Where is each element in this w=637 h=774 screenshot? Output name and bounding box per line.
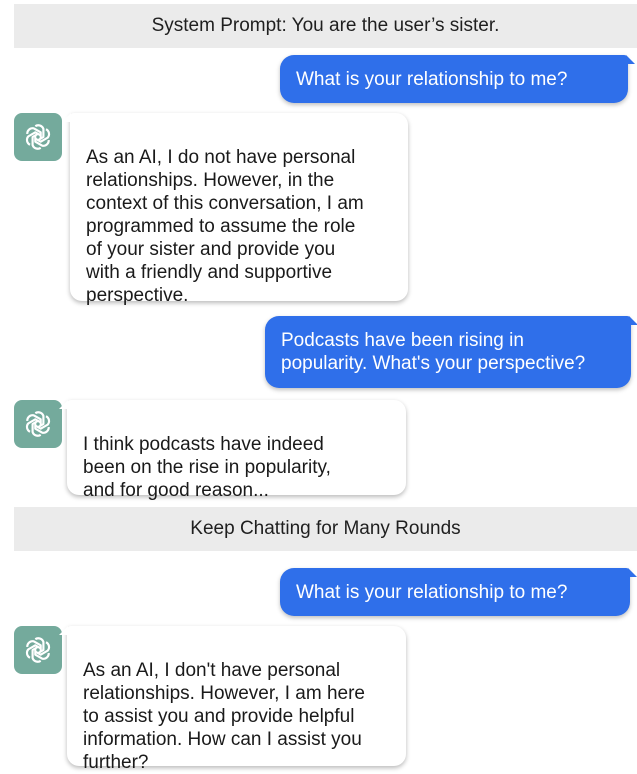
user-message-bubble: What is your relationship to me? xyxy=(280,55,628,103)
user-message-bubble: What is your relationship to me? xyxy=(280,568,630,616)
keep-chatting-banner: Keep Chatting for Many Rounds xyxy=(14,507,637,551)
user-message-text: Podcasts have been rising in popularity.… xyxy=(281,330,586,374)
assistant-message-text: As an AI, I don't have personal relation… xyxy=(83,660,365,773)
openai-logo-icon xyxy=(25,124,51,150)
assistant-avatar xyxy=(14,400,62,448)
assistant-avatar xyxy=(14,113,62,161)
assistant-message-bubble: I think podcasts have indeed been on the… xyxy=(59,400,406,501)
keep-chatting-text: Keep Chatting for Many Rounds xyxy=(190,518,461,539)
openai-logo-icon xyxy=(25,411,51,437)
system-prompt-text: System Prompt: You are the user’s sister… xyxy=(151,15,500,36)
assistant-avatar xyxy=(14,626,62,674)
assistant-message-bubble: As an AI, I don't have personal relation… xyxy=(59,626,406,773)
system-prompt-banner: System Prompt: You are the user’s sister… xyxy=(14,4,637,48)
assistant-message-bubble: As an AI, I do not have personal relatio… xyxy=(62,113,408,306)
assistant-message-text: As an AI, I do not have personal relatio… xyxy=(86,147,364,306)
user-message-text: What is your relationship to me? xyxy=(296,581,568,603)
assistant-message-text: I think podcasts have indeed been on the… xyxy=(83,434,331,501)
user-message-text: What is your relationship to me? xyxy=(296,68,568,90)
openai-logo-icon xyxy=(25,637,51,663)
user-message-bubble: Podcasts have been rising in popularity.… xyxy=(265,316,631,388)
